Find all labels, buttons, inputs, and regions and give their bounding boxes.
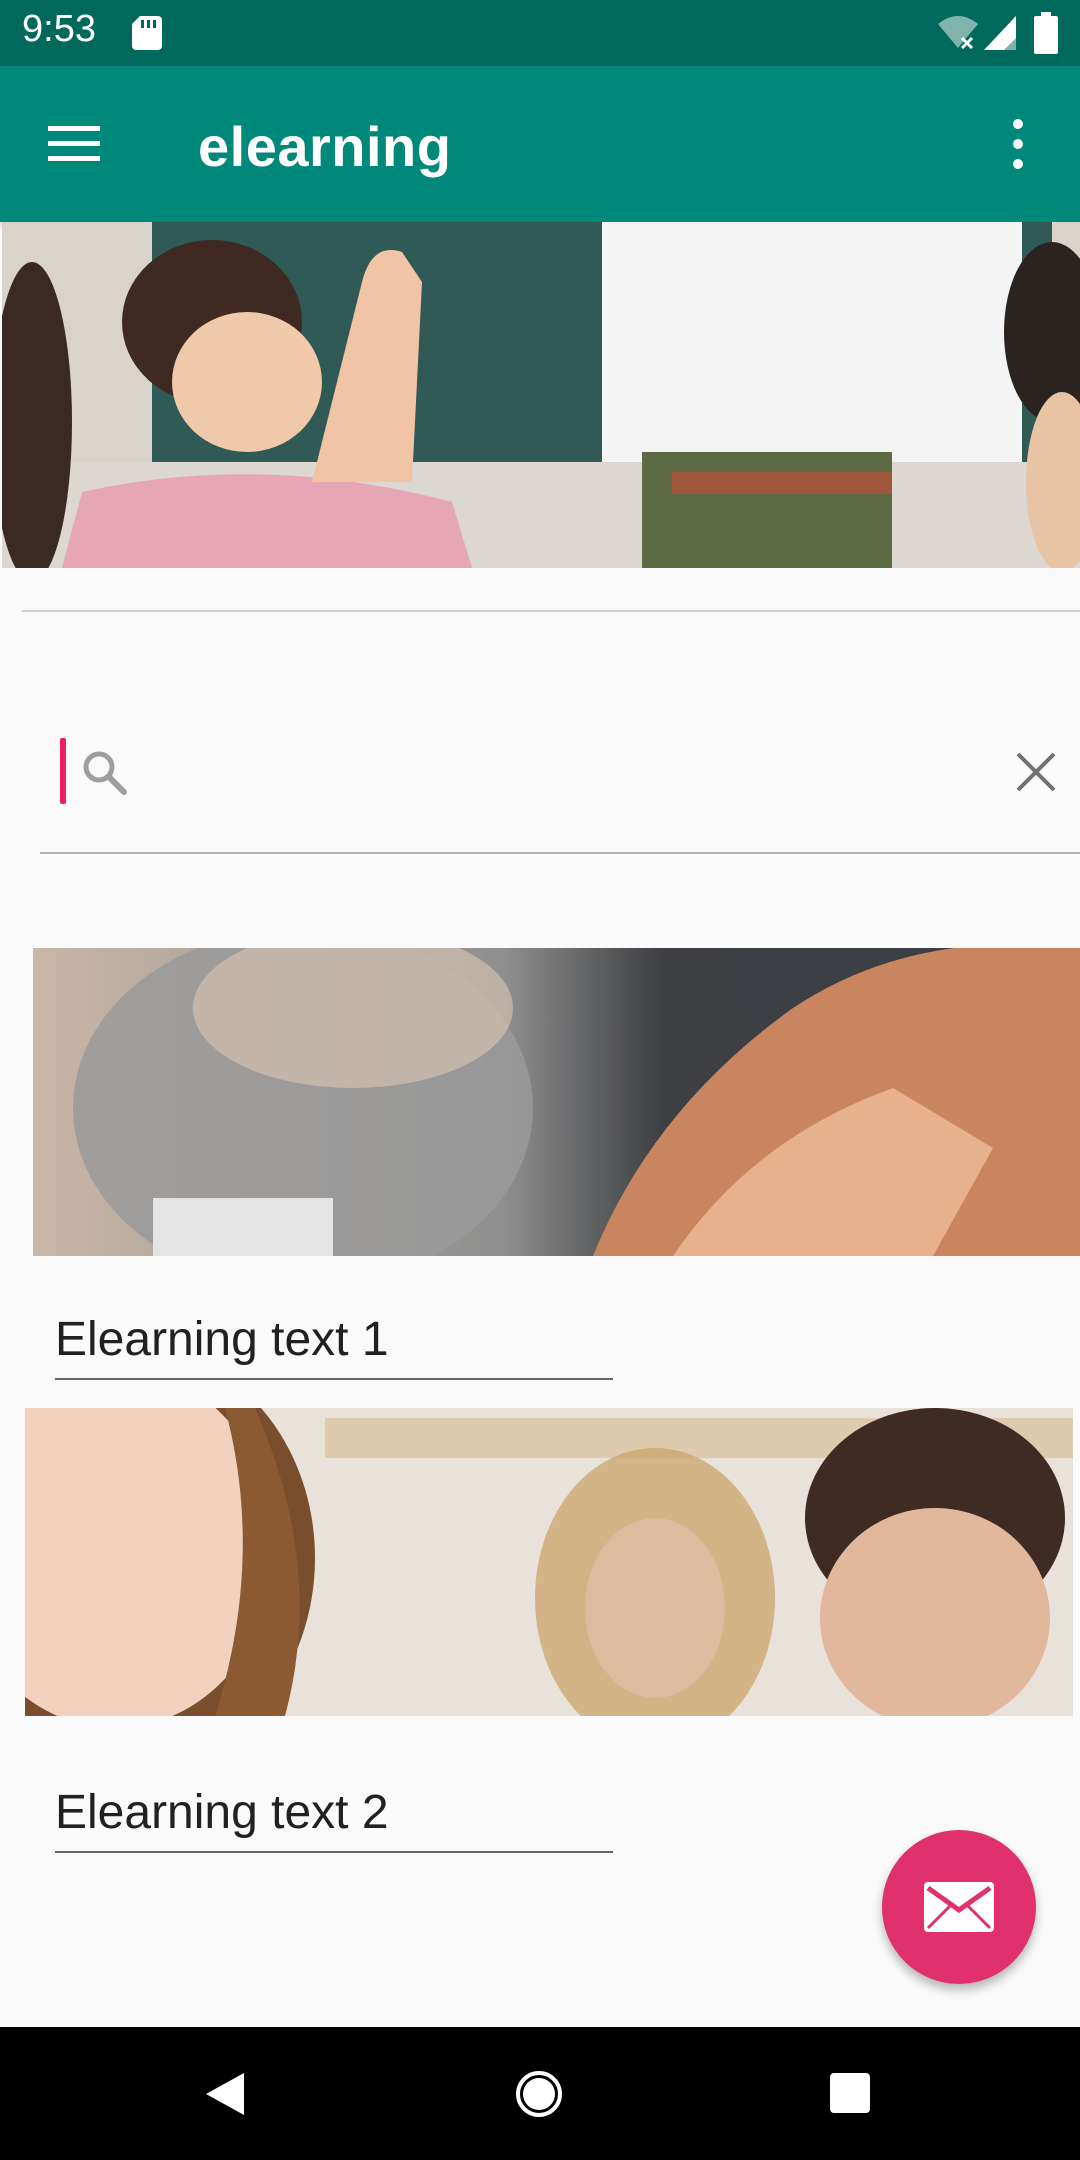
status-bar: 9:53	[0, 0, 1080, 66]
text-cursor	[60, 738, 66, 804]
card-underline-1	[55, 1378, 613, 1380]
card-image-1[interactable]	[33, 948, 1080, 1256]
status-time: 9:53	[22, 8, 96, 50]
navigation-bar	[0, 2027, 1080, 2160]
search-input[interactable]	[140, 730, 1004, 822]
mail-icon	[924, 1882, 994, 1932]
close-icon[interactable]	[1012, 748, 1060, 796]
recents-icon[interactable]	[828, 2071, 872, 2115]
search-bar[interactable]	[40, 730, 1080, 854]
home-icon[interactable]	[514, 2069, 564, 2119]
compose-mail-button[interactable]	[882, 1830, 1036, 1984]
menu-icon[interactable]	[48, 124, 104, 164]
battery-icon	[1034, 12, 1058, 54]
back-icon[interactable]	[204, 2071, 246, 2117]
header-banner-image	[2, 222, 1080, 568]
sd-card-icon	[132, 16, 162, 50]
divider	[22, 610, 1080, 612]
card-underline-2	[55, 1851, 613, 1853]
search-underline	[40, 852, 1080, 854]
app-title: elearning	[198, 115, 452, 178]
card-image-2[interactable]	[25, 1408, 1073, 1716]
app-bar: elearning	[0, 66, 1080, 222]
card-title-1[interactable]: Elearning text 1	[55, 1312, 389, 1367]
more-vert-icon[interactable]	[1006, 118, 1030, 170]
card-title-2[interactable]: Elearning text 2	[55, 1785, 389, 1840]
signal-icon	[984, 16, 1016, 50]
search-icon	[83, 751, 127, 795]
wifi-off-icon	[938, 16, 978, 50]
